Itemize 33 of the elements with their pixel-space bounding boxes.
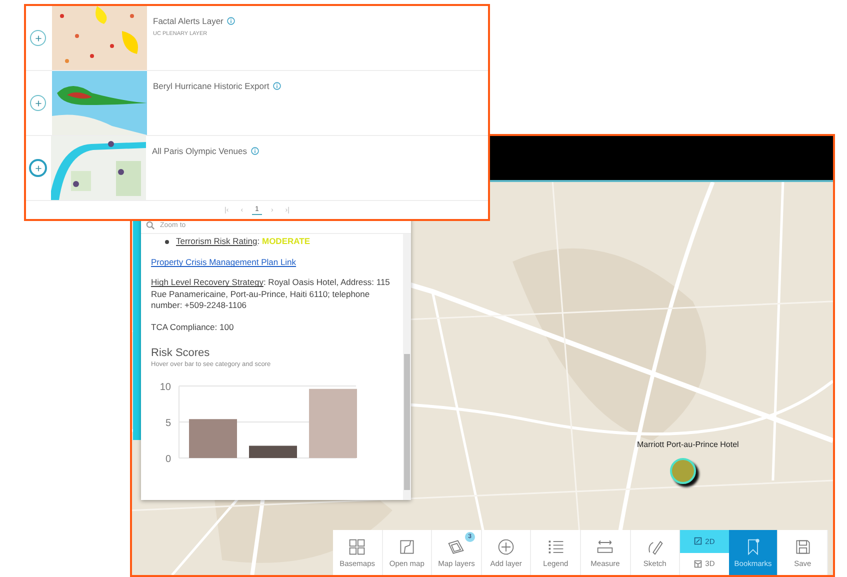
info-icon[interactable]: [227, 17, 236, 25]
axis-tick: 0: [165, 454, 171, 466]
chart-bar[interactable]: [249, 446, 297, 458]
info-icon[interactable]: [273, 82, 282, 90]
plus-circle-icon: [497, 538, 516, 556]
square-icon: [694, 537, 702, 546]
map-icon: [398, 538, 416, 556]
bullet-icon: [165, 240, 169, 244]
plan-link[interactable]: Property Crisis Management Plan Link: [151, 257, 397, 268]
info-icon[interactable]: [250, 147, 259, 155]
search-icon: [146, 221, 155, 230]
chart-heading: Risk Scores: [151, 347, 211, 360]
layer-title[interactable]: All Paris Olympic Venues: [152, 146, 247, 156]
ruler-icon: [596, 538, 614, 556]
layer-title[interactable]: Factal Alerts Layer: [153, 16, 224, 26]
compliance-text: TCA Compliance: 100: [151, 322, 235, 334]
list-icon: [546, 538, 565, 556]
risk-rating-text: Terrorism Risk Rating: MODERATE: [176, 236, 310, 248]
axis-tick: 5: [165, 418, 171, 430]
cube-icon: [694, 560, 702, 568]
hotel-label: Marriott Port-au-Prince Hotel: [637, 440, 739, 449]
plus-icon: [34, 100, 42, 106]
grid-icon: [348, 538, 366, 556]
plus-icon: [34, 164, 42, 172]
scrollbar[interactable]: [403, 234, 411, 500]
layers-icon: [447, 538, 466, 556]
add-button[interactable]: [30, 30, 46, 46]
plus-icon: [34, 34, 42, 42]
recovery-strategy-text: High Level Recovery Strategy: Royal Oasis Hotel, Address: 115 Rue Panamericaine, Port-au-Prince, Haiti 6110; telephone number: +509-2248-1106: [151, 277, 391, 312]
add-button[interactable]: [29, 159, 47, 177]
layer-title[interactable]: Beryl Hurricane Historic Export: [153, 81, 270, 91]
axis-tick: 10: [160, 382, 171, 394]
add-button[interactable]: [30, 95, 46, 111]
